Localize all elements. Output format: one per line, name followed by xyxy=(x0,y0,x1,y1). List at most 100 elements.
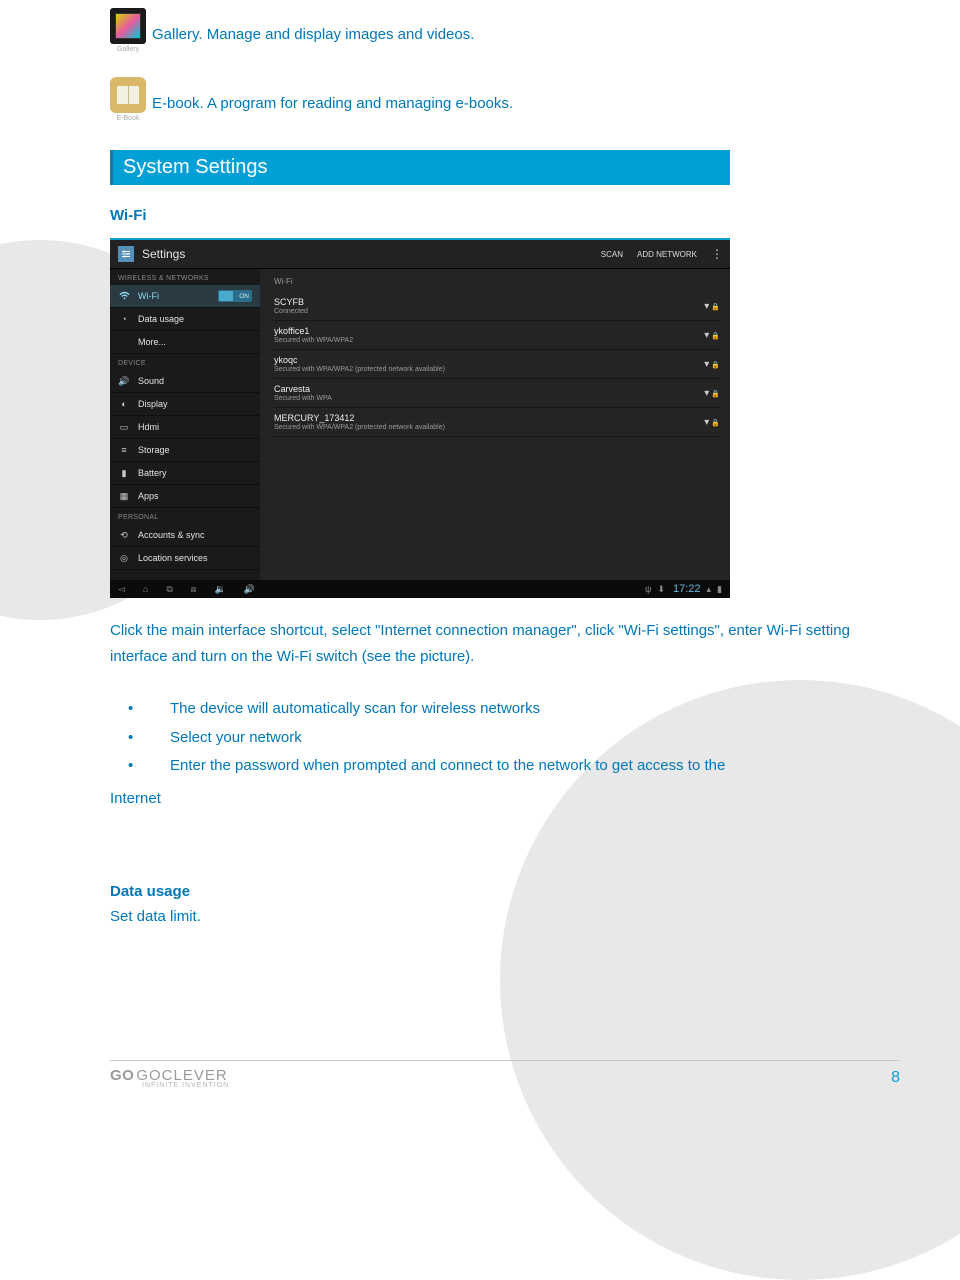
wifi-signal-icon: ▾🔒 xyxy=(704,388,720,399)
sidebar-item-storage[interactable]: ≡ Storage xyxy=(110,439,260,462)
network-item[interactable]: SCYFB Connected ▾🔒 xyxy=(274,292,720,321)
recent-apps-button[interactable]: ⧉ xyxy=(166,584,172,595)
gallery-description: Gallery. Manage and display images and v… xyxy=(152,24,474,53)
network-name: ykoffice1 xyxy=(274,326,704,336)
sidebar-item-label: Display xyxy=(138,399,168,409)
sidebar-item-more[interactable]: More... xyxy=(110,331,260,354)
ebook-description: E-book. A program for reading and managi… xyxy=(152,93,513,122)
brand-tagline: INFINITE INVENTION xyxy=(142,1082,229,1089)
blank-icon xyxy=(118,336,130,348)
bullet-text: The device will automatically scan for w… xyxy=(170,695,540,724)
lock-icon: 🔒 xyxy=(711,420,720,427)
sidebar-item-data-usage[interactable]: ◔ Data usage xyxy=(110,308,260,331)
sidebar-item-apps[interactable]: ▦ Apps xyxy=(110,485,260,508)
home-button[interactable]: ⌂ xyxy=(143,584,148,594)
sidebar-item-battery[interactable]: ▮ Battery xyxy=(110,462,260,485)
settings-title: Settings xyxy=(142,247,587,261)
data-usage-heading: Data usage xyxy=(110,883,850,900)
bullet-dot: • xyxy=(110,752,170,781)
sidebar-item-location[interactable]: ◎ Location services xyxy=(110,547,260,570)
sidebar-item-label: Apps xyxy=(138,491,159,501)
wifi-icon xyxy=(118,290,130,302)
app-row-ebook: E-Book E-book. A program for reading and… xyxy=(110,77,850,122)
network-item[interactable]: ykoffice1 Secured with WPA/WPA2 ▾🔒 xyxy=(274,321,720,350)
network-status: Secured with WPA/WPA2 (protected network… xyxy=(274,424,704,431)
back-button[interactable]: ◅ xyxy=(118,584,125,595)
gallery-caption: Gallery xyxy=(117,46,139,53)
sidebar-item-label: Location services xyxy=(138,553,208,563)
volume-down-button[interactable]: 🔉 xyxy=(215,584,226,595)
network-status: Connected xyxy=(274,308,704,315)
scan-button[interactable]: SCAN xyxy=(601,250,623,259)
usb-icon: ψ xyxy=(645,584,651,594)
screenshot-button[interactable]: ⧈ xyxy=(191,584,197,595)
wifi-pane-title: Wi-Fi xyxy=(274,273,720,292)
settings-sidebar: WIRELESS & NETWORKS Wi-Fi ON ◔ Data usag… xyxy=(110,269,260,580)
network-status: Secured with WPA/WPA2 xyxy=(274,337,704,344)
add-network-button[interactable]: ADD NETWORK xyxy=(637,250,697,259)
android-settings-screenshot: Settings SCAN ADD NETWORK ⋮ WIRELESS & N… xyxy=(110,238,730,598)
battery-icon: ▮ xyxy=(118,467,130,479)
wifi-signal-icon: ▾🔒 xyxy=(704,417,720,428)
location-icon: ◎ xyxy=(118,552,130,564)
gallery-icon xyxy=(110,8,146,44)
network-name: MERCURY_173412 xyxy=(274,413,704,423)
category-wireless: WIRELESS & NETWORKS xyxy=(110,269,260,285)
wifi-heading: Wi-Fi xyxy=(110,207,850,224)
hdmi-icon: ▭ xyxy=(118,421,130,433)
settings-app-icon xyxy=(118,246,134,262)
category-personal: PERSONAL xyxy=(110,508,260,524)
android-navbar: ◅ ⌂ ⧉ ⧈ 🔉 🔊 ψ ⬇ 17:22 ▴ ▮ xyxy=(110,580,730,598)
wifi-status-icon: ▴ xyxy=(707,584,712,595)
wifi-signal-icon: ▾🔒 xyxy=(704,330,720,341)
sidebar-item-label: More... xyxy=(138,337,166,347)
status-clock: 17:22 xyxy=(673,583,701,595)
brand-go: GO xyxy=(110,1067,134,1084)
sidebar-item-label: Hdmi xyxy=(138,422,159,432)
sync-icon: ⟲ xyxy=(118,529,130,541)
category-device: DEVICE xyxy=(110,354,260,370)
page-footer: GO GOCLEVER INFINITE INVENTION 8 xyxy=(110,1060,900,1089)
sidebar-item-sound[interactable]: 🔊 Sound xyxy=(110,370,260,393)
page-number: 8 xyxy=(891,1069,900,1087)
bullet-list: •The device will automatically scan for … xyxy=(110,695,850,813)
display-icon: ◐ xyxy=(118,398,130,410)
battery-status-icon: ▮ xyxy=(717,584,722,595)
wifi-toggle[interactable]: ON xyxy=(218,290,252,302)
volume-up-button[interactable]: 🔊 xyxy=(244,584,255,595)
lock-icon: 🔒 xyxy=(711,362,720,369)
wifi-signal-icon: ▾🔒 xyxy=(704,301,720,312)
sidebar-item-display[interactable]: ◐ Display xyxy=(110,393,260,416)
bullet-dot: • xyxy=(110,695,170,724)
apps-icon: ▦ xyxy=(118,490,130,502)
network-item[interactable]: MERCURY_173412 Secured with WPA/WPA2 (pr… xyxy=(274,408,720,437)
sidebar-item-label: Wi-Fi xyxy=(138,291,159,301)
network-name: ykoqc xyxy=(274,355,704,365)
sidebar-item-hdmi[interactable]: ▭ Hdmi xyxy=(110,416,260,439)
lock-icon: 🔒 xyxy=(711,304,720,311)
wifi-signal-icon: ▾🔒 xyxy=(704,359,720,370)
download-icon: ⬇ xyxy=(657,584,665,595)
network-name: SCYFB xyxy=(274,297,704,307)
sidebar-item-label: Accounts & sync xyxy=(138,530,205,540)
overflow-menu-icon[interactable]: ⋮ xyxy=(711,247,722,261)
section-banner-system-settings: System Settings xyxy=(110,150,730,185)
sidebar-item-label: Sound xyxy=(138,376,164,386)
sound-icon: 🔊 xyxy=(118,375,130,387)
sidebar-item-wifi[interactable]: Wi-Fi ON xyxy=(110,285,260,308)
network-item[interactable]: ykoqc Secured with WPA/WPA2 (protected n… xyxy=(274,350,720,379)
network-item[interactable]: Carvesta Secured with WPA ▾🔒 xyxy=(274,379,720,408)
ebook-icon xyxy=(110,77,146,113)
data-usage-text: Set data limit. xyxy=(110,908,850,925)
storage-icon: ≡ xyxy=(118,444,130,456)
wifi-instructions: Click the main interface shortcut, selec… xyxy=(110,618,850,669)
continuation-text: Internet xyxy=(110,785,850,814)
network-status: Secured with WPA/WPA2 (protected network… xyxy=(274,366,704,373)
lock-icon: 🔒 xyxy=(711,333,720,340)
network-status: Secured with WPA xyxy=(274,395,704,402)
sidebar-item-accounts[interactable]: ⟲ Accounts & sync xyxy=(110,524,260,547)
app-row-gallery: Gallery Gallery. Manage and display imag… xyxy=(110,8,850,53)
sidebar-item-label: Battery xyxy=(138,468,167,478)
sidebar-item-label: Storage xyxy=(138,445,170,455)
network-name: Carvesta xyxy=(274,384,704,394)
